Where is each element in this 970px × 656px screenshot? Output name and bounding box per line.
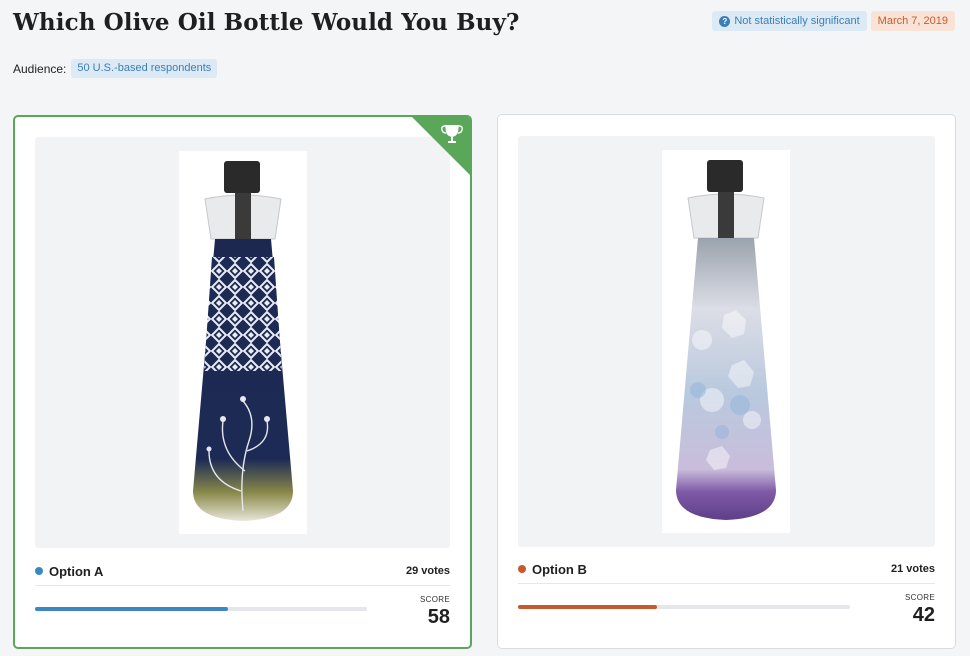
option-b-divider [518, 583, 935, 584]
option-a-score: SCORE 58 [420, 595, 450, 629]
option-a-color-dot [35, 567, 43, 575]
date-badge: March 7, 2019 [870, 11, 955, 31]
option-b-score-value: 42 [912, 604, 935, 626]
option-a-card[interactable]: Option A 29 votes SCORE 58 [13, 115, 472, 649]
option-b-score-label: SCORE [905, 593, 935, 602]
option-a-bottle-image [179, 151, 307, 534]
option-a-score-value: 58 [427, 606, 450, 628]
page-title: Which Olive Oil Bottle Would You Buy? [13, 9, 520, 36]
option-b-score-fill [518, 605, 658, 609]
option-b-color-dot [518, 565, 526, 573]
winner-badge [412, 117, 470, 175]
option-b-card[interactable]: Option B 21 votes SCORE 42 [497, 114, 956, 649]
significance-text: Not statistically significant [734, 15, 860, 27]
option-a-score-bar [35, 607, 367, 611]
option-b-bottle-image [662, 150, 790, 533]
option-a-divider [35, 585, 450, 586]
option-a-votes: 29 votes [405, 565, 450, 577]
question-icon[interactable]: ? [719, 15, 731, 27]
option-b-score-bar [518, 605, 850, 609]
option-a-score-label: SCORE [420, 595, 450, 604]
option-a-score-fill [35, 607, 228, 611]
option-b-score: SCORE 42 [905, 593, 935, 627]
option-b-header: Option B 21 votes [518, 559, 935, 579]
audience-row: Audience: 50 U.S.-based respondents [13, 59, 218, 78]
option-a-header: Option A 29 votes [35, 561, 450, 581]
option-a-name: Option A [49, 563, 104, 579]
significance-badge[interactable]: ? Not statistically significant [712, 11, 867, 31]
option-a-image-well [35, 137, 450, 548]
header-badges: ? Not statistically significant March 7,… [712, 11, 955, 31]
option-b-name: Option B [532, 561, 587, 577]
option-b-votes: 21 votes [890, 563, 935, 575]
option-b-image-well [518, 136, 935, 547]
audience-label: Audience: [13, 61, 67, 76]
audience-pill: 50 U.S.-based respondents [71, 59, 218, 78]
